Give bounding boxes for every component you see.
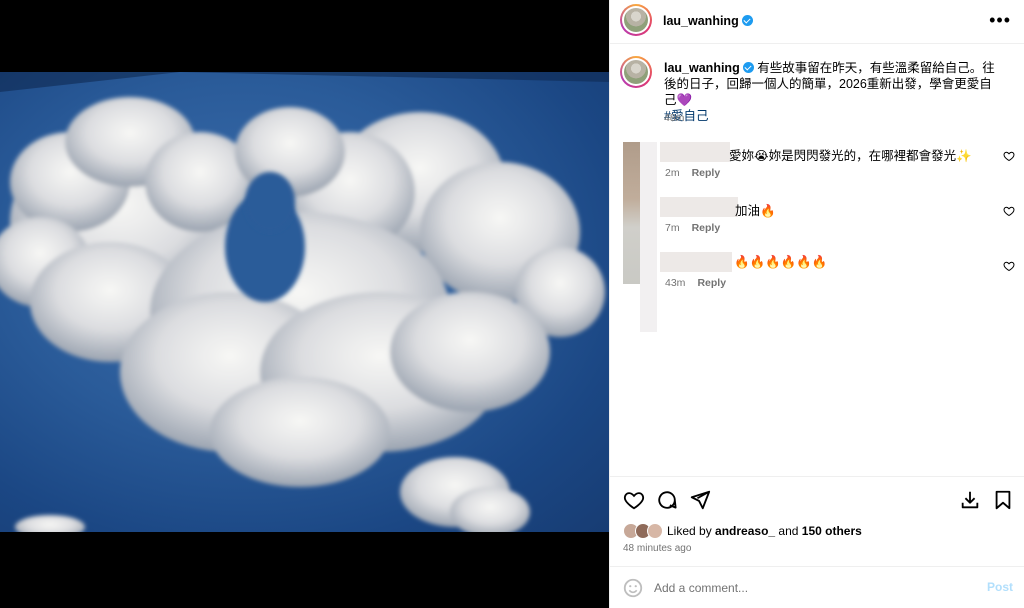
blurred-username (660, 197, 738, 217)
others-link[interactable]: 150 others (802, 524, 862, 538)
likes-summary[interactable]: Liked by andreaso_ and 150 others (623, 523, 862, 541)
reply-button[interactable]: Reply (692, 222, 721, 234)
comment: 加油🔥 7m Reply (610, 197, 1024, 247)
reply-button[interactable]: Reply (697, 277, 726, 289)
emoji-icon[interactable] (622, 577, 644, 599)
blurred-username (660, 142, 730, 162)
comment-heart-icon[interactable] (1003, 150, 1015, 162)
header-username[interactable]: lau_wanhing (663, 14, 753, 28)
cloud-illustration (0, 72, 609, 532)
verified-badge-icon (742, 62, 754, 73)
heart-icon[interactable] (623, 489, 645, 511)
bookmark-icon[interactable] (992, 489, 1014, 511)
share-icon[interactable] (689, 489, 711, 511)
post-actions: Liked by andreaso_ and 150 others 48 min… (610, 476, 1024, 566)
post-detail-panel: lau_wanhing ••• lau_wanhing 有些故事留在昨天，有些溫… (609, 0, 1024, 608)
more-options-icon[interactable]: ••• (989, 10, 1011, 31)
post-button[interactable]: Post (987, 580, 1013, 594)
comment: 🔥🔥🔥🔥🔥🔥 43m Reply (610, 252, 1024, 302)
comment-input[interactable] (654, 578, 974, 598)
caption-avatar[interactable] (620, 56, 652, 88)
comment-text: 加油🔥 (735, 204, 776, 218)
caption-username[interactable]: lau_wanhing (664, 61, 740, 75)
post-header: lau_wanhing ••• (610, 0, 1024, 44)
comment-meta: 2m Reply (665, 167, 721, 179)
comment: 愛妳😭妳是閃閃發光的，在哪裡都會發光✨ 2m Reply (610, 142, 1024, 192)
sky-cloud-photo[interactable] (0, 72, 609, 532)
comment-icon[interactable] (656, 489, 678, 511)
comment-text: 🔥🔥🔥🔥🔥🔥 (734, 255, 828, 269)
post-time-ago: 48 minutes ago (623, 543, 692, 554)
download-icon[interactable] (959, 489, 981, 511)
blurred-username (660, 252, 732, 272)
post-media[interactable] (0, 0, 609, 608)
comment-text: 愛妳😭妳是閃閃發光的，在哪裡都會發光✨ (729, 149, 972, 163)
comment-heart-icon[interactable] (1003, 205, 1015, 217)
comment-meta: 43m Reply (665, 277, 727, 289)
comment-meta: 7m Reply (665, 222, 721, 234)
avatar[interactable] (620, 4, 652, 36)
hashtag-link[interactable]: #愛自己 (664, 108, 1004, 124)
liker-username[interactable]: andreaso_ (715, 524, 775, 538)
add-comment-bar: Post (610, 566, 1024, 608)
reply-button[interactable]: Reply (692, 167, 721, 179)
caption-timestamp: 48m (664, 112, 685, 124)
comment-heart-icon[interactable] (1003, 260, 1015, 272)
verified-badge-icon (741, 15, 753, 26)
liker-avatars (623, 523, 665, 539)
caption-text: lau_wanhing 有些故事留在昨天，有些溫柔留給自己。往後的日子，回歸一個… (664, 60, 1004, 124)
